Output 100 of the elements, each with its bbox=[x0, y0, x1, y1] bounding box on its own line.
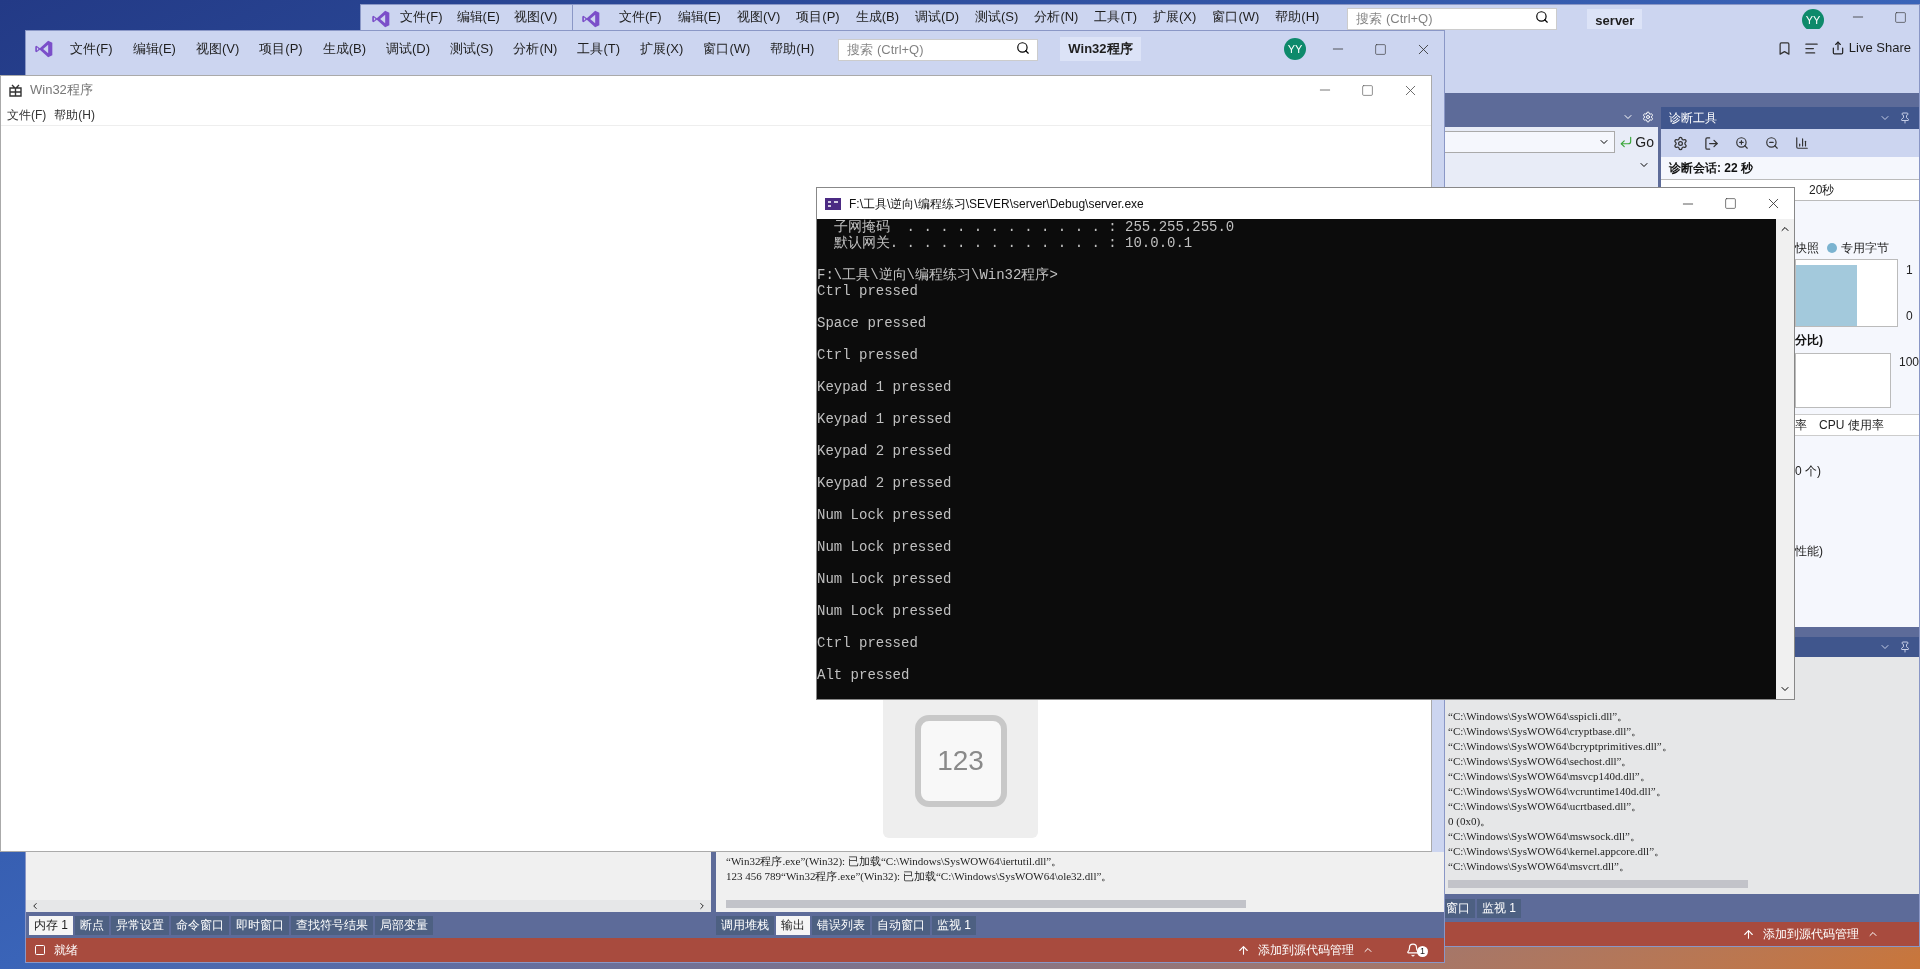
output-line: 0 (0x0)。 bbox=[1448, 814, 1493, 829]
maximize-icon[interactable] bbox=[1361, 83, 1374, 97]
console-prompt: F:\工具\逆向\编程练习\Win32程序> bbox=[817, 267, 1059, 283]
diagnostics-tab[interactable]: 率 bbox=[1795, 416, 1807, 434]
scrollbar-thumb[interactable] bbox=[1448, 880, 1748, 888]
scrollbar-thumb[interactable] bbox=[726, 900, 1246, 908]
maximize-icon[interactable] bbox=[1724, 197, 1737, 210]
panel-tab[interactable]: 命令窗口 bbox=[171, 915, 229, 935]
menu-item[interactable]: 项目(P) bbox=[788, 9, 848, 25]
menu-item[interactable]: 窗口(W) bbox=[1204, 9, 1268, 25]
panel-tab[interactable]: 自动窗口 bbox=[872, 915, 930, 935]
output-line: “C:\Windows\SysWOW64\bcryptprimitives.dll”。 bbox=[1448, 739, 1674, 754]
menu-item[interactable]: 视图(V) bbox=[508, 9, 563, 25]
console-line: Num Lock pressed bbox=[817, 571, 953, 587]
menu-item[interactable]: 文件(F) bbox=[395, 9, 448, 25]
settings-icon[interactable] bbox=[1673, 135, 1688, 151]
output-line: “C:\Windows\SysWOW64\msvcrt.dll”。 bbox=[1448, 859, 1631, 874]
menu-item[interactable]: 分析(N) bbox=[1026, 9, 1087, 25]
menu-item[interactable]: 工具(T) bbox=[569, 41, 629, 57]
vs-logo-icon bbox=[371, 9, 391, 29]
panel-title: 诊断工具 bbox=[1669, 110, 1717, 127]
arrow-icon bbox=[1619, 135, 1634, 149]
maximize-icon[interactable] bbox=[1374, 42, 1387, 56]
export-icon[interactable] bbox=[1704, 135, 1719, 151]
search-field[interactable]: 搜索 (Ctrl+Q) bbox=[838, 38, 1039, 61]
scroll-right-icon[interactable] bbox=[697, 901, 707, 911]
search-field[interactable]: 搜索 (Ctrl+Q) bbox=[1347, 7, 1558, 30]
panel-tab[interactable]: 断点 bbox=[75, 915, 109, 935]
zoom-out-icon[interactable] bbox=[1765, 136, 1779, 150]
panel-tab[interactable]: 局部变量 bbox=[375, 915, 433, 935]
menu-item[interactable]: 窗口(W) bbox=[695, 41, 759, 57]
live-share-button[interactable]: Live Share bbox=[1830, 38, 1911, 58]
share-icon bbox=[1830, 41, 1845, 55]
scroll-left-icon[interactable] bbox=[30, 901, 40, 911]
pin-icon[interactable] bbox=[1899, 112, 1911, 124]
chart-icon[interactable] bbox=[1795, 136, 1809, 150]
menu-item[interactable]: 视图(V) bbox=[728, 9, 789, 25]
output-line: “C:\Windows\SysWOW64\cryptbase.dll”。 bbox=[1448, 724, 1644, 739]
maximize-icon[interactable] bbox=[1894, 10, 1907, 24]
menu-item[interactable]: 编辑(E) bbox=[669, 9, 729, 25]
status-text: 就绪 bbox=[54, 942, 78, 959]
menu-item[interactable]: 分析(N) bbox=[505, 41, 566, 57]
indicator-label: 123 bbox=[914, 714, 1007, 807]
notification-icon[interactable] bbox=[1406, 943, 1420, 957]
menu-item[interactable]: 生成(B) bbox=[847, 9, 907, 25]
panel-tab[interactable]: 错误列表 bbox=[812, 915, 870, 935]
bookmark-icon[interactable] bbox=[1776, 40, 1792, 56]
menu-item[interactable]: 工具(T) bbox=[1086, 9, 1146, 25]
menu-item[interactable]: 测试(S) bbox=[442, 41, 502, 57]
console-line: 子网掩码 . . . . . . . . . . . . : 255.255.255.0 bbox=[832, 219, 1236, 235]
menu-item[interactable]: 调试(D) bbox=[378, 41, 439, 57]
menu-item[interactable]: 项目(P) bbox=[251, 41, 311, 57]
output-line: “C:\Windows\SysWOW64\ucrtbased.dll”。 bbox=[1448, 799, 1644, 814]
menu-item[interactable]: 文件(F) bbox=[3, 105, 51, 124]
console-icon bbox=[825, 197, 841, 210]
session-duration: 诊断会话: 22 秒 bbox=[1668, 160, 1754, 177]
output-line: “C:\Windows\SysWOW64\sechost.dll”。 bbox=[1448, 754, 1634, 769]
menu-item[interactable]: 生成(B) bbox=[314, 41, 374, 57]
avatar[interactable]: YY bbox=[1802, 9, 1824, 31]
panel-tab[interactable]: 监视 1 bbox=[1477, 898, 1521, 918]
status-icon bbox=[34, 944, 46, 956]
zoom-in-icon[interactable] bbox=[1735, 136, 1749, 150]
menu-item[interactable]: 文件(F) bbox=[611, 9, 670, 25]
source-control-button[interactable]: 添加到源代码管理 bbox=[1763, 925, 1859, 943]
menu-item[interactable]: 扩展(X) bbox=[632, 41, 692, 57]
arrow-up-icon bbox=[1237, 943, 1250, 957]
console-line: Alt pressed bbox=[817, 667, 911, 683]
menu-item[interactable]: 帮助(H) bbox=[762, 41, 823, 57]
console-line: Ctrl pressed bbox=[817, 347, 919, 363]
panel-tab[interactable]: 内存 1 bbox=[29, 915, 73, 935]
menu-item[interactable]: 调试(D) bbox=[907, 9, 968, 25]
menu-item[interactable]: 帮助(H) bbox=[1267, 9, 1328, 25]
panel-tab[interactable]: 调用堆栈 bbox=[716, 915, 774, 935]
indent-icon[interactable] bbox=[1803, 40, 1819, 56]
go-button[interactable]: Go bbox=[1615, 131, 1658, 153]
axis-label: 0 bbox=[1906, 308, 1913, 325]
menu-item[interactable]: 帮助(H) bbox=[50, 105, 99, 124]
menu-item[interactable]: 文件(F) bbox=[62, 41, 121, 57]
panel-tab[interactable]: 异常设置 bbox=[111, 915, 169, 935]
scrollbar[interactable] bbox=[1776, 219, 1794, 699]
console-line: Ctrl pressed bbox=[817, 635, 919, 651]
menu-item[interactable]: 测试(S) bbox=[967, 9, 1027, 25]
avatar[interactable]: YY bbox=[1284, 38, 1306, 60]
menu-item[interactable]: 编辑(E) bbox=[451, 9, 505, 25]
console-line: Space pressed bbox=[817, 315, 928, 331]
pin-icon[interactable] bbox=[1899, 641, 1911, 653]
source-control-button[interactable]: 添加到源代码管理 bbox=[1258, 941, 1354, 959]
menu-item[interactable]: 编辑(E) bbox=[124, 41, 184, 57]
diagnostics-tab[interactable]: CPU 使用率 bbox=[1819, 416, 1884, 434]
menu-item[interactable]: 扩展(X) bbox=[1145, 9, 1205, 25]
notification-badge: 1 bbox=[1417, 946, 1428, 957]
panel-tab[interactable]: 查找符号结果 bbox=[291, 915, 373, 935]
panel-tab[interactable]: 输出 bbox=[776, 915, 810, 935]
search-icon bbox=[1016, 41, 1031, 55]
panel-tab[interactable]: 监视 1 bbox=[932, 915, 976, 935]
table-row-text: 性能) bbox=[1794, 543, 1824, 560]
chart-heading: 分比) bbox=[1795, 332, 1824, 349]
menu-item[interactable]: 视图(V) bbox=[187, 41, 248, 57]
output-line: “C:\Windows\SysWOW64\vcruntime140d.dll”。 bbox=[1448, 784, 1668, 799]
panel-tab[interactable]: 即时窗口 bbox=[231, 915, 289, 935]
